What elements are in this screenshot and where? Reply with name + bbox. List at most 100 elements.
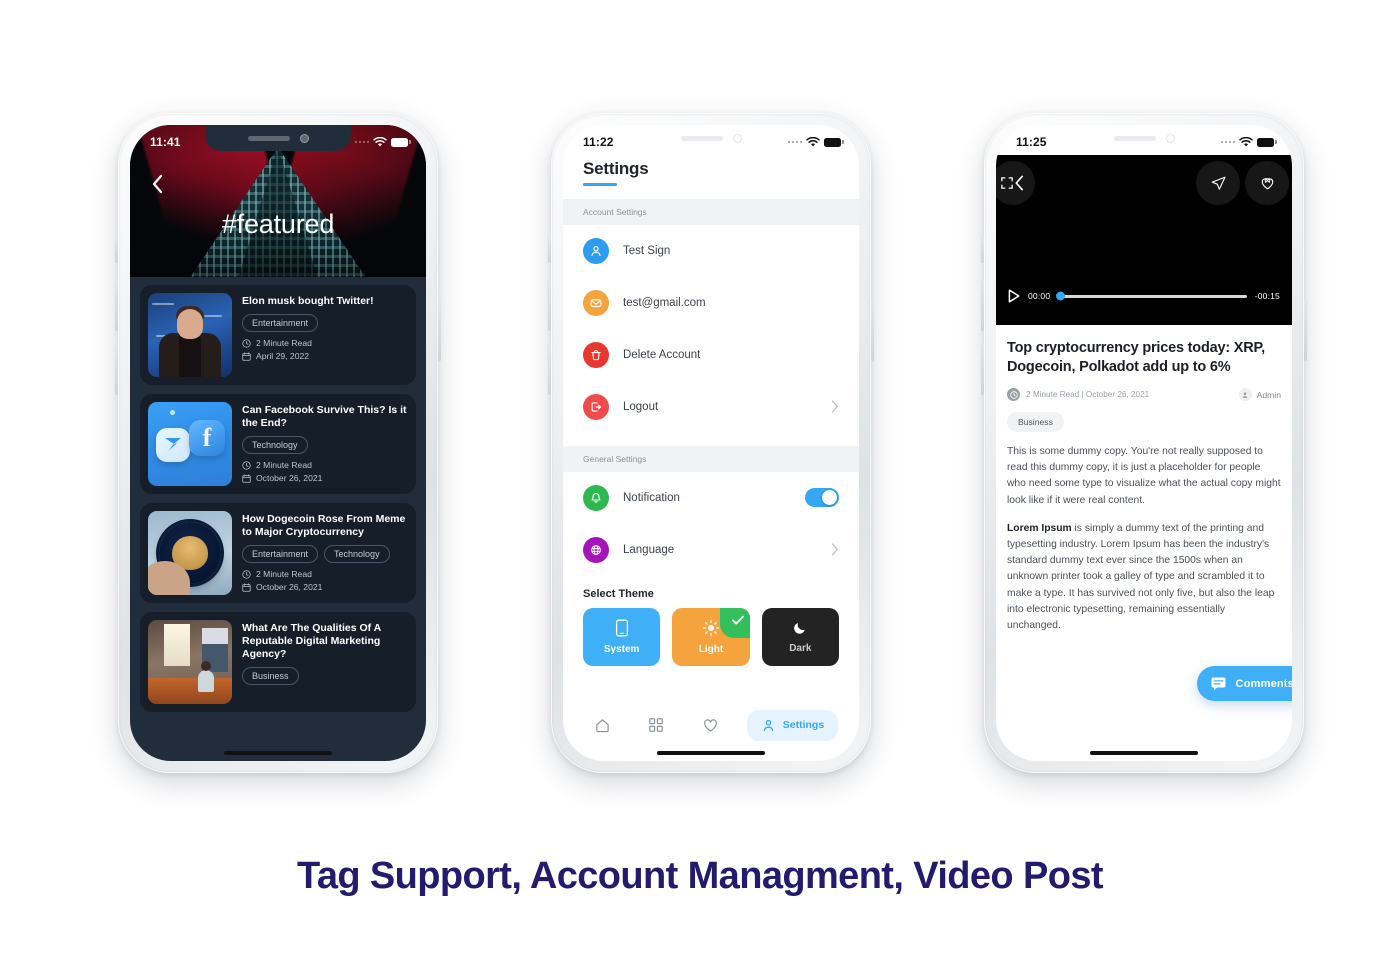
play-icon[interactable] — [1008, 289, 1020, 303]
screenshot-canvas: 11:41 #featured Elon musk bought Twitter… — [0, 0, 1400, 980]
tag-chip[interactable]: Technology — [324, 545, 390, 563]
article-paragraph-1: This is some dummy copy. You're not real… — [1007, 446, 1281, 506]
calendar-icon — [242, 582, 251, 592]
article-read-time: 2 Minute Read — [242, 460, 408, 470]
phone1-notch — [205, 125, 351, 151]
article-feed[interactable]: Elon musk bought Twitter! Entertainment … — [130, 277, 426, 712]
read-time-text: 2 Minute Read — [256, 569, 312, 579]
article-card[interactable]: f Can Facebook Survive This? Is it the E… — [140, 394, 416, 494]
article-tags[interactable]: Entertainment Technology — [242, 545, 408, 563]
fullscreen-icon — [1001, 177, 1013, 189]
wifi-icon — [373, 136, 387, 146]
article-title: Top cryptocurrency prices today: XRP, Do… — [1007, 340, 1265, 375]
front-camera-icon — [732, 133, 742, 143]
mail-icon — [583, 289, 609, 316]
bottom-tab-bar[interactable]: Settings — [563, 703, 859, 747]
article-tags[interactable]: Technology — [242, 436, 408, 454]
slider-thumb[interactable] — [1056, 291, 1066, 301]
article-card[interactable]: What Are The Qualities Of A Reputable Di… — [140, 612, 416, 712]
caption-text: Tag Support, Account Managment, Video Po… — [297, 855, 1104, 897]
back-button[interactable] — [144, 171, 170, 197]
article-paragraph-2-rest: is simply a dummy text of the printing a… — [1007, 522, 1275, 632]
category-chip[interactable]: Business — [1007, 412, 1064, 432]
phone1-power-button — [438, 299, 441, 361]
article-date: October 26, 2021 — [242, 473, 408, 483]
phone2-screen: 11:22 Settings Account Settings Test Sig… — [563, 125, 859, 761]
article-title: Elon musk bought Twitter! — [242, 295, 374, 307]
check-icon — [731, 615, 744, 625]
select-theme-label: Select Theme — [583, 587, 654, 600]
user-icon — [763, 719, 774, 731]
video-player[interactable]: 00:00 -00:15 — [996, 155, 1292, 325]
theme-option-system[interactable]: System — [583, 607, 661, 666]
video-controls[interactable]: 00:00 -00:15 — [996, 289, 1292, 303]
title-underline — [583, 183, 617, 186]
phone3-mute-switch — [981, 235, 984, 263]
settings-row-label: Test Sign — [623, 244, 671, 257]
page-title: Settings — [583, 159, 649, 178]
tag-chip[interactable]: Entertainment — [242, 314, 319, 332]
video-progress-slider[interactable] — [1056, 291, 1247, 301]
clock-icon — [242, 460, 251, 470]
signal-dots-icon — [787, 140, 802, 144]
moon-icon — [793, 622, 805, 634]
article-tags[interactable]: Entertainment — [242, 314, 408, 332]
tab-categories[interactable] — [638, 709, 674, 741]
theme-selector[interactable]: System Light Dark — [563, 600, 859, 666]
phone2-mute-switch — [548, 235, 551, 263]
earpiece-speaker — [247, 135, 290, 141]
toggle-knob — [822, 490, 837, 505]
settings-row-notification[interactable]: Notification — [563, 472, 859, 524]
article-title: How Dogecoin Rose From Meme to Major Cry… — [242, 513, 406, 538]
settings-row-email[interactable]: test@gmail.com — [563, 277, 859, 329]
tab-favorites[interactable] — [692, 709, 729, 742]
tab-label: Settings — [782, 719, 825, 731]
article-content: Top cryptocurrency prices today: XRP, Do… — [996, 325, 1292, 634]
tag-chip[interactable]: Entertainment — [242, 545, 319, 563]
wifi-icon — [806, 136, 820, 146]
share-button[interactable] — [1196, 161, 1240, 205]
phone3-volume-up — [981, 279, 984, 331]
theme-option-light[interactable]: Light — [672, 607, 750, 666]
tab-home[interactable] — [584, 709, 621, 742]
earpiece-speaker — [680, 135, 723, 141]
expand-back-controls[interactable] — [996, 161, 1035, 205]
earpiece-speaker — [1113, 135, 1156, 141]
date-text: October 26, 2021 — [256, 473, 323, 483]
chevron-left-icon — [1015, 175, 1024, 191]
phone2-volume-down — [548, 343, 551, 395]
article-card[interactable]: Elon musk bought Twitter! Entertainment … — [140, 285, 416, 385]
article-tags[interactable]: Business — [242, 667, 408, 685]
settings-row-logout[interactable]: Logout — [563, 381, 859, 433]
article-read-time: 2 Minute Read — [242, 338, 408, 348]
tab-settings[interactable]: Settings — [746, 709, 839, 741]
phone3-volume-down — [981, 343, 984, 395]
section-header-general: General Settings — [563, 445, 859, 472]
featured-title: #featured — [221, 209, 335, 239]
settings-row-test-sign[interactable]: Test Sign — [563, 225, 859, 277]
settings-row-delete-account[interactable]: Delete Account — [563, 329, 859, 381]
article-card[interactable]: How Dogecoin Rose From Meme to Major Cry… — [140, 503, 416, 603]
author-name: Admin — [1256, 389, 1281, 400]
phone-mockup-settings: 11:22 Settings Account Settings Test Sig… — [548, 113, 874, 773]
status-time: 11:22 — [583, 135, 614, 149]
settings-row-label: Language — [623, 543, 675, 556]
comments-button[interactable]: Comments — [1196, 666, 1292, 701]
tag-chip[interactable]: Technology — [242, 436, 308, 454]
bookmark-heart-icon — [1261, 177, 1273, 189]
phone2-volume-up — [548, 279, 551, 331]
article-paragraph-2: Lorem Ipsum is simply a dummy text of th… — [1007, 521, 1281, 634]
phone1-volume-down — [115, 343, 118, 395]
phone-icon — [615, 619, 628, 636]
globe-icon — [583, 536, 609, 563]
logout-icon — [583, 393, 609, 420]
save-button[interactable] — [1245, 161, 1289, 205]
notification-toggle[interactable] — [805, 488, 839, 507]
theme-option-dark[interactable]: Dark — [761, 607, 839, 666]
article-title: Can Facebook Survive This? Is it the End… — [242, 404, 407, 429]
article-thumbnail — [148, 511, 232, 595]
phone2-notch — [638, 125, 784, 151]
article-date: October 26, 2021 — [242, 582, 408, 592]
settings-row-language[interactable]: Language — [563, 524, 859, 576]
tag-chip[interactable]: Business — [242, 667, 299, 685]
